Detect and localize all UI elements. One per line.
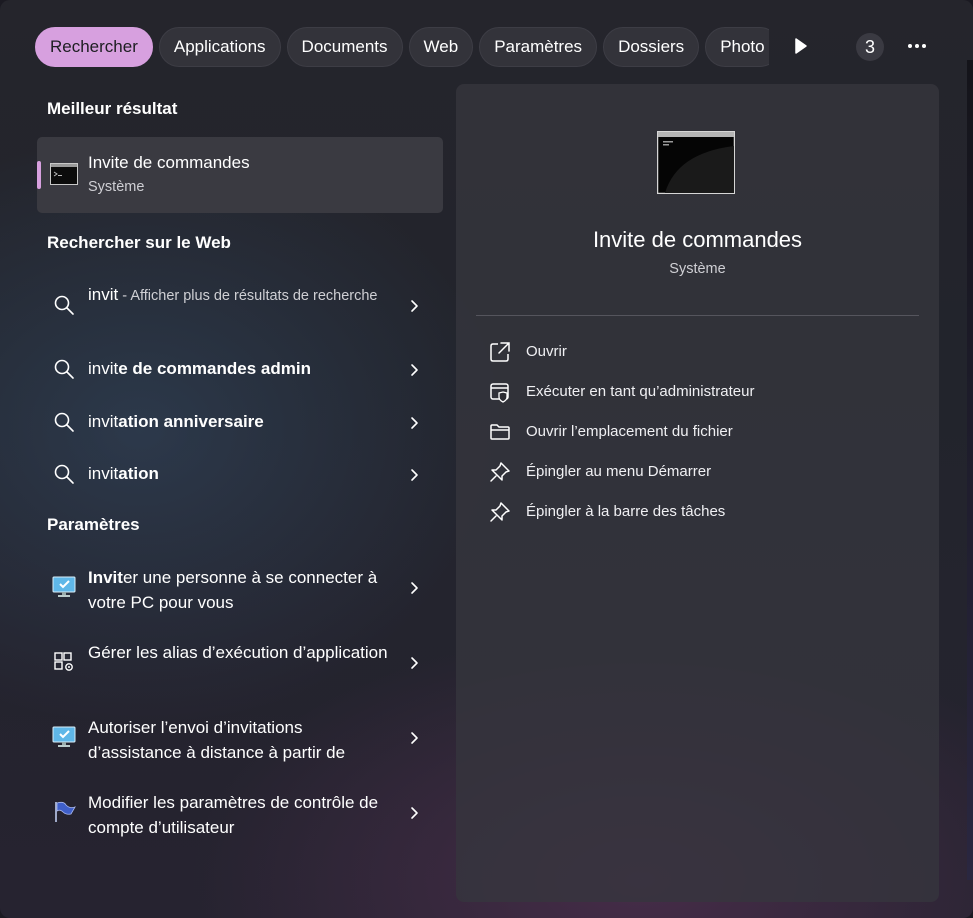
settings-result-rest: Gérer les alias d’exécution d’applicatio… <box>88 643 388 662</box>
divider <box>476 315 919 316</box>
preview-subtitle: Système <box>669 261 726 277</box>
suggestion-completion: ation <box>118 464 159 483</box>
settings-heading: Paramètres <box>47 515 140 534</box>
settings-result-row[interactable]: Inviter une personne à se connecter à vo… <box>37 564 443 616</box>
uac-flag-icon <box>51 799 77 825</box>
settings-result-rest: Autoriser l’envoi d’invitations d’assist… <box>88 718 346 762</box>
preview-title: Invite de commandes <box>592 227 803 252</box>
search-icon <box>53 411 75 433</box>
settings-result-text: Gérer les alias d’exécution d’applicatio… <box>88 640 388 665</box>
action-pin-taskbar[interactable]: Épingler à la barre des tâches <box>486 498 906 528</box>
tab-documents[interactable]: Documents <box>286 27 403 67</box>
web-suggestion-text: invite de commandes admin <box>88 356 388 381</box>
command-prompt-icon <box>50 163 78 185</box>
settings-result-row[interactable]: Autoriser l’envoi d’invitations d’assist… <box>37 714 443 766</box>
best-match-subtitle: Système <box>88 179 145 195</box>
action-pin-start[interactable]: Épingler au menu Démarrer <box>486 458 906 488</box>
result-count-badge: 3 <box>856 33 884 61</box>
search-icon <box>53 463 75 485</box>
web-suggestion-row[interactable]: invite de commandes admin <box>37 356 443 386</box>
chevron-right-icon <box>407 299 421 313</box>
action-label: Exécuter en tant qu’administrateur <box>526 383 755 400</box>
best-match-title: Invite de commandes <box>88 153 250 172</box>
search-window: Rechercher Applications Documents Web Pa… <box>0 0 973 918</box>
action-label: Épingler au menu Démarrer <box>526 463 712 480</box>
typed-query: invit <box>88 412 119 431</box>
action-open[interactable]: Ouvrir <box>486 338 906 368</box>
app-alias-settings-icon <box>53 651 75 673</box>
tab-photos[interactable]: Photo <box>705 27 769 67</box>
preview-panel: Invite de commandes Système Ouvrir Exécu… <box>456 84 939 902</box>
settings-result-row[interactable]: Modifier les paramètres de contrôle de c… <box>37 789 443 841</box>
folder-icon <box>489 421 511 443</box>
suggestion-completion: ation anniversaire <box>118 412 264 431</box>
chevron-right-icon <box>407 363 421 377</box>
web-suggestion-row[interactable]: invit - Afficher plus de résultats de re… <box>37 280 443 332</box>
action-run-as-admin[interactable]: Exécuter en tant qu’administrateur <box>486 378 906 408</box>
monitor-check-icon <box>51 724 77 750</box>
search-icon <box>53 358 75 380</box>
suggestion-completion: e de commandes admin <box>118 359 311 378</box>
tab-rechercher[interactable]: Rechercher <box>35 27 153 67</box>
monitor-check-icon <box>51 574 77 600</box>
web-search-heading: Rechercher sur le Web <box>47 233 231 252</box>
settings-result-text: Modifier les paramètres de contrôle de c… <box>88 790 388 840</box>
best-match-item[interactable]: Invite de commandes Système <box>37 137 443 213</box>
typed-query: invit <box>88 359 119 378</box>
web-suggestion-row[interactable]: invitation <box>37 461 443 491</box>
settings-result-text: Autoriser l’envoi d’invitations d’assist… <box>88 715 388 765</box>
pin-icon <box>489 461 511 483</box>
filter-tabs: Rechercher Applications Documents Web Pa… <box>35 27 769 67</box>
web-suggestion-text: invitation anniversaire <box>88 409 388 434</box>
tab-web[interactable]: Web <box>408 27 474 67</box>
web-suggestion-hint: - Afficher plus de résultats de recherch… <box>118 288 378 304</box>
web-suggestion-row[interactable]: invitation anniversaire <box>37 409 443 439</box>
settings-result-rest: Modifier les paramètres de contrôle de c… <box>88 793 379 837</box>
command-prompt-large-icon <box>656 130 736 195</box>
settings-result-rest: er une personne à se connecter à votre P… <box>88 568 378 612</box>
search-icon <box>53 294 75 316</box>
settings-result-row[interactable]: Gérer les alias d’exécution d’applicatio… <box>37 639 443 691</box>
match-highlight: Invit <box>88 568 123 587</box>
action-open-file-location[interactable]: Ouvrir l’emplacement du fichier <box>486 418 906 448</box>
chevron-right-icon <box>407 416 421 430</box>
play-icon[interactable] <box>786 32 814 60</box>
web-suggestion-text: invitation <box>88 461 388 486</box>
chevron-right-icon <box>407 806 421 820</box>
tab-applications[interactable]: Applications <box>158 27 281 67</box>
action-label: Ouvrir <box>526 343 567 360</box>
typed-query: invit <box>88 464 119 483</box>
window-edge <box>967 60 973 880</box>
run-as-admin-icon <box>489 381 511 403</box>
chevron-right-icon <box>407 656 421 670</box>
open-external-icon <box>489 341 511 363</box>
more-options-icon[interactable] <box>903 32 931 60</box>
action-label: Épingler à la barre des tâches <box>526 503 726 520</box>
typed-query: invit <box>88 285 119 304</box>
chevron-right-icon <box>407 468 421 482</box>
settings-result-text: Inviter une personne à se connecter à vo… <box>88 565 388 615</box>
tab-parametres[interactable]: Paramètres <box>479 27 598 67</box>
pin-icon <box>489 501 511 523</box>
selection-indicator <box>37 161 41 189</box>
tab-dossiers[interactable]: Dossiers <box>603 27 700 67</box>
chevron-right-icon <box>407 581 421 595</box>
web-suggestion-text: invit - Afficher plus de résultats de re… <box>88 282 388 309</box>
action-label: Ouvrir l’emplacement du fichier <box>526 423 733 440</box>
best-match-heading: Meilleur résultat <box>47 99 178 118</box>
chevron-right-icon <box>407 731 421 745</box>
